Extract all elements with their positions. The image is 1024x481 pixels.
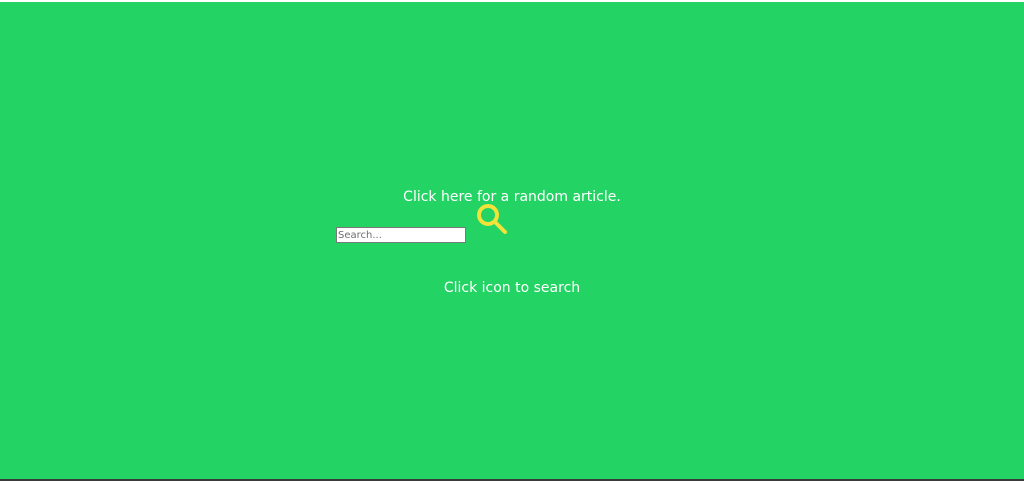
random-article-link[interactable]: Click here for a random article. [0,187,1024,207]
magnifier-icon-graphic [477,204,507,234]
search-icon[interactable] [474,201,508,235]
page-background: Click here for a random article. Click i… [0,2,1024,481]
search-hint: Click icon to search [443,280,581,296]
search-input[interactable] [336,227,466,243]
